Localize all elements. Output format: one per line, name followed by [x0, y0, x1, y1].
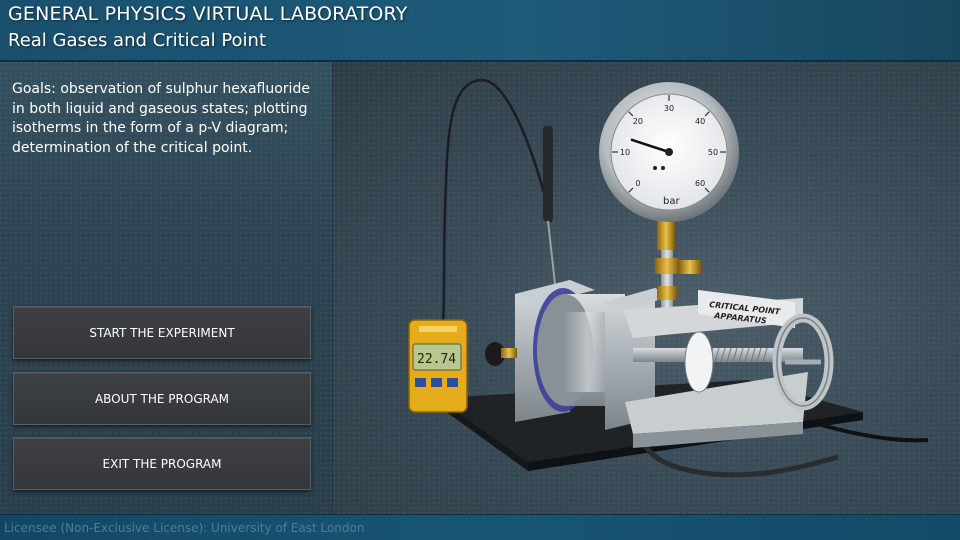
valve-fitting: [679, 260, 701, 274]
license-text: Licensee (Non-Exclusive License): Univer…: [4, 521, 365, 535]
about-program-label: ABOUT THE PROGRAM: [94, 391, 230, 406]
power-cable: [817, 422, 929, 443]
critical-point-apparatus-illustration: 0 10 20 30 40 50 60 bar CRITICAL POINT APPARAT…: [333, 62, 960, 518]
about-program-button[interactable]: ABOUT THE PROGRAM: [13, 372, 311, 425]
exit-program-button[interactable]: EXIT THE PROGRAM: [13, 437, 311, 490]
gauge-tick-label: 0: [635, 179, 640, 188]
start-experiment-button[interactable]: START THE EXPERIMENT: [13, 306, 311, 359]
start-experiment-label: START THE EXPERIMENT: [89, 325, 235, 340]
header-bar: GENERAL PHYSICS VIRTUAL LABORATORY Real …: [0, 0, 960, 62]
app-title: GENERAL PHYSICS VIRTUAL LABORATORY: [8, 3, 408, 25]
digital-thermometer: 22.74: [408, 319, 468, 413]
exit-program-label: EXIT THE PROGRAM: [102, 456, 222, 471]
apparatus-svg: 0102030405060 bar CRITICAL POINT APPARAT…: [408, 78, 929, 478]
experiment-title: Real Gases and Critical Point: [8, 30, 267, 51]
gauge-tick-label: 30: [664, 104, 674, 113]
footer-bar: Licensee (Non-Exclusive License): Univer…: [0, 514, 960, 540]
temperature-probe: [543, 126, 553, 221]
gauge-tick-label: 40: [695, 117, 705, 126]
goals-text: Goals: observation of sulphur hexafluori…: [12, 81, 310, 156]
gauge-fitting: [657, 220, 675, 250]
gauge-tick-label: 50: [708, 148, 718, 157]
pressure-gauge: 0 10 20 30 40 50 60 bar: [599, 82, 739, 222]
gauge-tick-label: 20: [633, 117, 643, 126]
thermometer-display: 22.74: [417, 352, 456, 367]
gauge-tick-label: 10: [620, 148, 630, 157]
gauge-tick-label: 60: [695, 179, 705, 188]
gauge-unit-label: bar: [663, 196, 680, 207]
probe-cable: [441, 78, 553, 325]
scale-disk: [684, 331, 714, 393]
